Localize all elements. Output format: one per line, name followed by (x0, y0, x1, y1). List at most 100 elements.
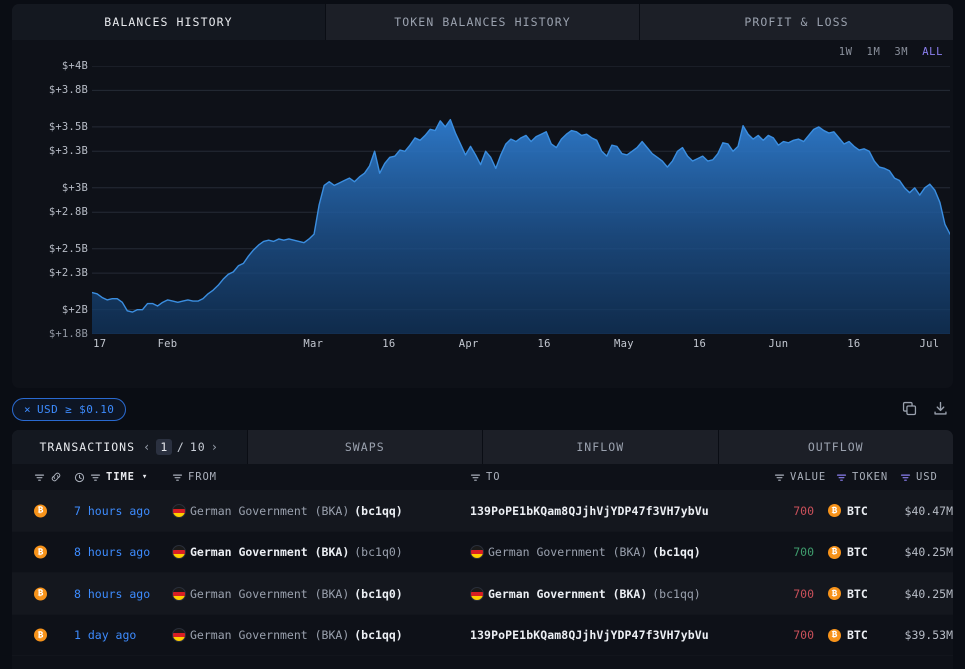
y-axis-tick: $+2.8B (48, 206, 88, 219)
to-entity-tag[interactable]: (bc1qq) (652, 587, 700, 601)
from-entity-name[interactable]: German Government (BKA) (190, 587, 349, 601)
tab-outflow[interactable]: OUTFLOW (719, 430, 954, 464)
column-header-from[interactable]: FROM (172, 471, 217, 483)
column-header-time[interactable]: TIME ▾ (74, 471, 148, 483)
filter-chip-remove-icon[interactable]: × (24, 403, 31, 416)
tab-profit-and-loss-label: PROFIT & LOSS (744, 15, 849, 29)
chart-canvas[interactable] (92, 66, 950, 334)
row-chain-icon-cell: ₿ (34, 628, 47, 642)
range-1m[interactable]: 1M (867, 46, 881, 58)
x-axis-tick: 16 (537, 338, 551, 350)
column-filter-icon[interactable] (774, 472, 785, 483)
row-time[interactable]: 8 hours ago (74, 545, 150, 559)
range-all[interactable]: ALL (922, 46, 943, 58)
to-entity-name[interactable]: German Government (BKA) (488, 545, 647, 559)
y-axis-tick: $+3B (61, 181, 88, 194)
from-entity-tag[interactable]: (bc1q0) (354, 587, 402, 601)
tab-inflow[interactable]: INFLOW (483, 430, 719, 464)
to-address[interactable]: 139PoPE1bKQam8QJjhVjYDP47f3VH7ybVu (470, 628, 709, 642)
column-header-label: USD (916, 471, 938, 483)
from-entity-tag[interactable]: (bc1qq) (354, 628, 402, 642)
row-time[interactable]: 7 hours ago (74, 504, 150, 518)
tab-token-balances-history[interactable]: TOKEN BALANCES HISTORY (326, 4, 640, 40)
column-filter-icon[interactable] (470, 472, 481, 483)
copy-icon[interactable] (901, 400, 918, 417)
x-axis-tick: 16 (382, 338, 396, 350)
row-token-symbol: BTC (847, 586, 868, 601)
column-filter-icon[interactable] (900, 472, 911, 483)
column-header-token[interactable]: TOKEN (836, 471, 888, 483)
row-token-symbol: BTC (847, 545, 868, 560)
from-entity-name[interactable]: German Government (BKA) (190, 545, 349, 559)
tab-swaps[interactable]: SWAPS (248, 430, 483, 464)
column-filter-icon[interactable] (90, 472, 101, 483)
link-icon[interactable] (50, 471, 62, 483)
pager-prev-button[interactable]: ‹ (143, 440, 151, 454)
row-to: German Government (BKA) (bc1qq) (470, 586, 701, 601)
y-axis-tick: $+2.3B (48, 267, 88, 280)
y-axis-tick: $+3.5B (48, 120, 88, 133)
from-entity-tag[interactable]: (bc1q0) (354, 545, 402, 559)
row-chain-icon-cell: ₿ (34, 504, 47, 518)
balance-area-chart (92, 66, 950, 334)
column-header-label: TO (486, 471, 501, 483)
to-entity-tag[interactable]: (bc1qq) (652, 545, 700, 559)
tab-profit-and-loss[interactable]: PROFIT & LOSS (640, 4, 953, 40)
tab-transactions[interactable]: TRANSACTIONS ‹ 1 / 10 › (12, 430, 248, 464)
y-axis-tick: $+3.3B (48, 145, 88, 158)
column-filter-icon[interactable] (172, 472, 183, 483)
table-row[interactable]: ₿ 7 hours ago German Government (BKA) (bc… (12, 490, 953, 532)
download-icon[interactable] (932, 400, 949, 417)
column-filter-icon[interactable] (836, 472, 847, 483)
pager-current-page[interactable]: 1 (156, 439, 172, 455)
table-row[interactable]: ₿ 8 hours ago German Government (BKA) (bc… (12, 573, 953, 615)
transactions-pager: ‹ 1 / 10 › (143, 439, 219, 455)
country-flag-icon (172, 503, 186, 518)
row-usd: $40.47M (904, 503, 953, 518)
row-chain-icon-cell: ₿ (34, 545, 47, 559)
tab-balances-history[interactable]: BALANCES HISTORY (12, 4, 326, 40)
sort-arrow-icon[interactable]: ▾ (142, 472, 148, 482)
row-time[interactable]: 1 day ago (74, 628, 136, 642)
column-header-label: TIME (106, 471, 135, 483)
column-header-value[interactable]: VALUE (774, 471, 826, 483)
row-token: ₿ BTC (828, 628, 868, 642)
y-axis-tick: $+4B (61, 60, 88, 72)
column-header-link[interactable] (34, 471, 62, 483)
table-row[interactable]: ₿ 8 hours ago German Government (BKA) (bc… (12, 532, 953, 573)
row-to: 139PoPE1bKQam8QJjhVjYDP47f3VH7ybVu (470, 504, 709, 518)
filter-chip-usd[interactable]: × USD ≥ $0.10 (12, 398, 127, 421)
column-filter-icon[interactable] (34, 472, 45, 483)
from-entity-tag[interactable]: (bc1qq) (354, 504, 402, 518)
column-header-to[interactable]: TO (470, 471, 500, 483)
to-entity-name[interactable]: German Government (BKA) (488, 587, 647, 601)
x-axis-tick: Apr (458, 338, 479, 350)
y-axis-labels: $+4B $+3.8B $+3.5B $+3.3B $+3B $+2.8B $+2.5B $+… (12, 60, 88, 340)
from-entity-name[interactable]: German Government (BKA) (190, 504, 349, 518)
to-address[interactable]: 139PoPE1bKQam8QJjhVjYDP47f3VH7ybVu (470, 504, 709, 518)
chart-plot-area: $+4B $+3.8B $+3.5B $+3.3B $+3B $+2.8B $+2.5B $+… (12, 60, 953, 366)
column-header-usd[interactable]: USD (900, 471, 938, 483)
filter-chip-label: USD ≥ $0.10 (37, 403, 115, 416)
y-axis-tick: $+1.8B (48, 328, 88, 340)
table-row[interactable]: ₿ 1 day ago German Government (BKA) (bc1q… (12, 615, 953, 656)
pager-next-button[interactable]: › (211, 440, 219, 454)
bitcoin-icon: ₿ (828, 628, 841, 642)
country-flag-icon (470, 545, 484, 560)
range-1w[interactable]: 1W (839, 46, 853, 58)
from-entity-name[interactable]: German Government (BKA) (190, 628, 349, 642)
x-axis-tick: 16 (692, 338, 707, 350)
y-axis-tick: $+2B (61, 303, 88, 316)
transactions-tab-bar: TRANSACTIONS ‹ 1 / 10 › SWAPS INFLOW OUT… (12, 430, 953, 464)
table-header-row: TIME ▾ FROM TO VALUE TOKEN USD (12, 464, 953, 490)
x-axis-tick: Mar (303, 338, 324, 350)
y-axis-tick: $+3.8B (48, 84, 88, 97)
row-chain-icon-cell: ₿ (34, 587, 47, 601)
column-header-label: FROM (188, 471, 217, 483)
row-time[interactable]: 8 hours ago (74, 587, 150, 601)
range-3m[interactable]: 3M (894, 46, 908, 58)
bitcoin-icon: ₿ (828, 545, 841, 559)
chart-tab-bar: BALANCES HISTORY TOKEN BALANCES HISTORY … (12, 4, 953, 40)
row-token-symbol: BTC (847, 503, 868, 518)
row-token: ₿ BTC (828, 504, 868, 518)
